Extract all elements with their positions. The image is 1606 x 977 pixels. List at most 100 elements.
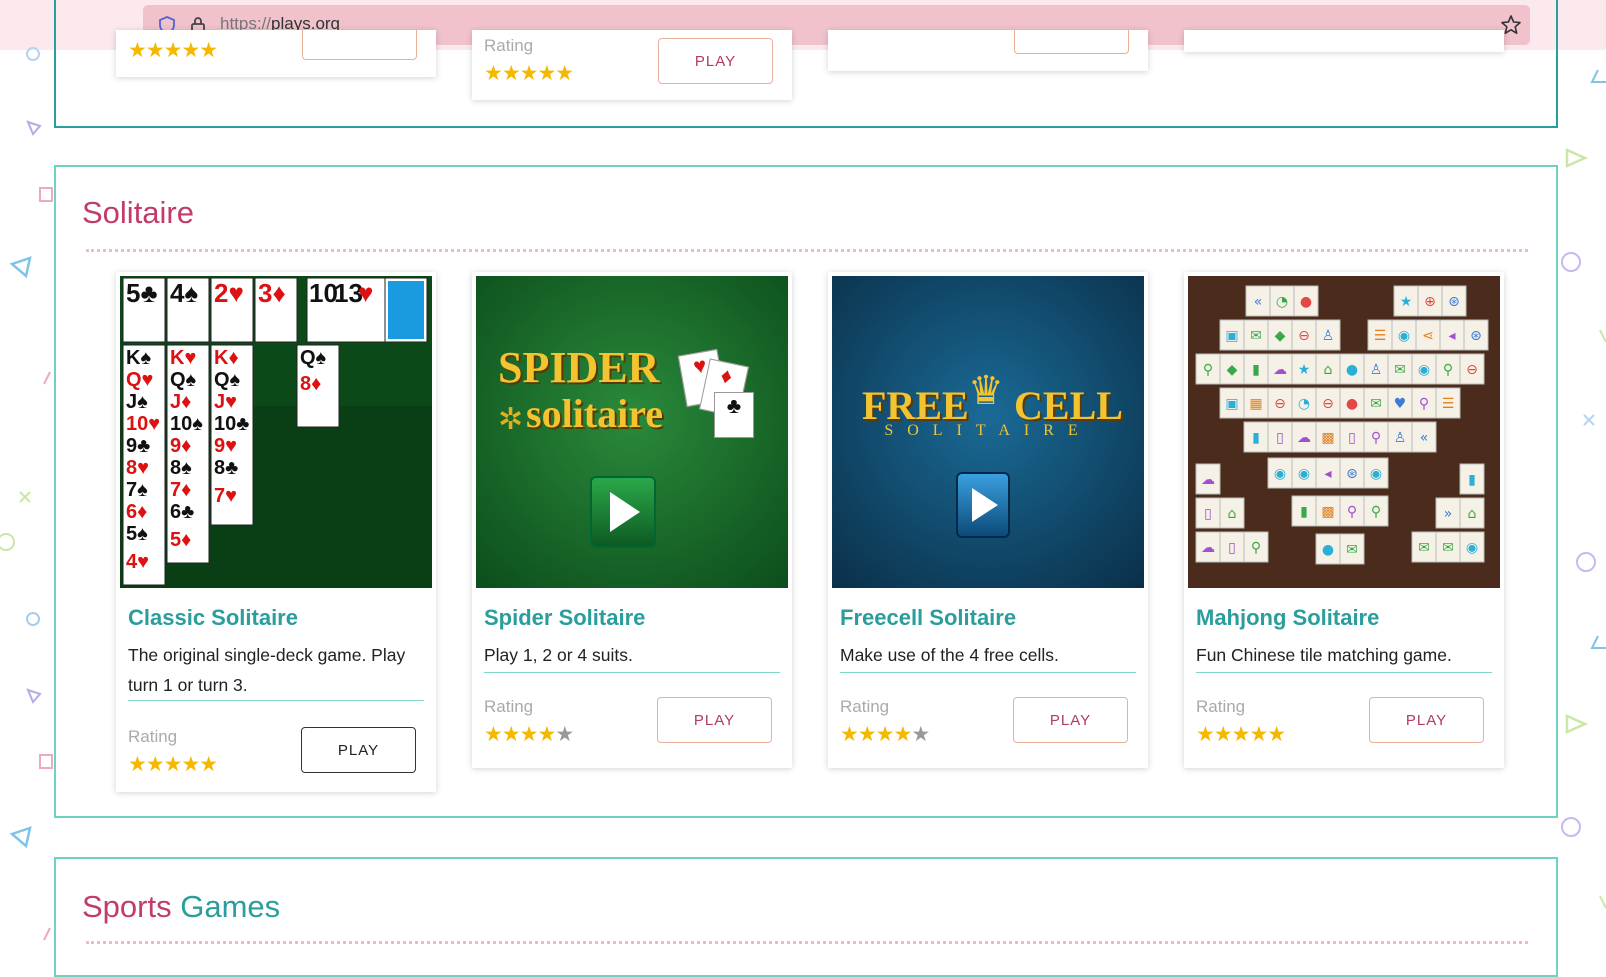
svg-text:2♥: 2♥ [214, 278, 244, 308]
svg-text:6♣: 6♣ [170, 501, 194, 523]
svg-text:☁: ☁ [1273, 362, 1287, 378]
game-card-freecell-solitaire[interactable]: FREE ♛ CELL SOLITAIRE Freecell Solitaire… [828, 272, 1148, 768]
svg-text:5♦: 5♦ [170, 529, 191, 551]
svg-text:Q♠: Q♠ [300, 347, 327, 369]
svg-text:⊖: ⊖ [1298, 328, 1310, 344]
mahjong-tiles-image: « ◔ ● ★ ⊕ ⊛ ▣ ✉ ◆ ⊖ ♙ ☰ ◉ ⋖ ◂ ⊛ ⚲ ◆ ▮ ☁ ★ ⌂ ● ♙ ✉ ◉ ⚲ ⊖ ▣ ▦ ⊖ ◔ ⊖ ● ✉… [1188, 276, 1500, 588]
play-button[interactable]: PLAY [657, 697, 772, 743]
play-button[interactable] [1014, 30, 1129, 54]
svg-text:♙: ♙ [1370, 362, 1383, 378]
svg-text:♙: ♙ [1394, 430, 1407, 446]
card-layout-image: 5♣ 4♠ 2♥ 3♦ 1013♥ K♠Q♥J♠10♥9♣8♥7♠6♦5♠4♥ … [120, 276, 432, 588]
game-description: Make use of the 4 free cells. [840, 645, 1059, 665]
rating-stars: ★★★★★ [128, 753, 218, 776]
svg-text:◆: ◆ [1275, 328, 1286, 344]
game-description: Play 1, 2 or 4 suits. [484, 645, 633, 665]
svg-text:◔: ◔ [1298, 396, 1310, 412]
play-button[interactable]: PLAY [1369, 697, 1484, 743]
svg-text:10♠: 10♠ [170, 413, 203, 435]
play-button[interactable]: PLAY [658, 38, 773, 84]
svg-text:◉: ◉ [1418, 362, 1430, 378]
svg-text:10♣: 10♣ [214, 413, 249, 435]
sports-games-section: Sports Games [54, 857, 1558, 977]
svg-text:◉: ◉ [1274, 466, 1286, 482]
spider-solitaire-thumbnail[interactable]: SPIDER solitaire ✲ ♥ ♦ ♣ [476, 276, 788, 588]
svg-text:▣: ▣ [1225, 328, 1238, 344]
rating-label: Rating [484, 36, 534, 55]
svg-text:J♦: J♦ [170, 391, 191, 413]
rating-stars: ★★★★★ [840, 723, 930, 746]
svg-text:10♥: 10♥ [126, 413, 160, 435]
svg-text:6♦: 6♦ [126, 501, 147, 523]
svg-text:Q♠: Q♠ [214, 369, 241, 391]
svg-text:⊛: ⊛ [1346, 466, 1358, 482]
svg-text:9♦: 9♦ [170, 435, 191, 457]
svg-text:J♥: J♥ [214, 391, 237, 413]
play-button[interactable] [302, 30, 417, 60]
svg-text:⊕: ⊕ [1424, 294, 1436, 310]
svg-text:K♠: K♠ [126, 347, 151, 369]
svg-text:⚲: ⚲ [1251, 540, 1261, 556]
cards-icon: ♥ ♦ ♣ [677, 348, 754, 438]
mahjong-solitaire-thumbnail[interactable]: « ◔ ● ★ ⊕ ⊛ ▣ ✉ ◆ ⊖ ♙ ☰ ◉ ⋖ ◂ ⊛ ⚲ ◆ ▮ ☁ ★ ⌂ ● ♙ ✉ ◉ ⚲ ⊖ ▣ ▦ ⊖ ◔ ⊖ ● ✉… [1188, 276, 1500, 588]
svg-text:▯: ▯ [1204, 506, 1212, 522]
svg-text:★: ★ [1298, 362, 1311, 378]
svg-text:✉: ✉ [1250, 328, 1262, 344]
game-title[interactable]: Freecell Solitaire [840, 605, 1016, 631]
svg-text:«: « [1420, 430, 1429, 446]
rating-stars: ★★★★★ [1196, 723, 1286, 746]
svg-text:◉: ◉ [1298, 466, 1310, 482]
classic-solitaire-thumbnail[interactable]: 5♣ 4♠ 2♥ 3♦ 10 13 ♥ K♠ Q♥ J♠ 10♥ 9♣ 8♥ 7♠ 6♦ 5♠ 4♥ … [120, 276, 432, 588]
svg-text:⌂: ⌂ [1468, 506, 1477, 522]
game-card-spider-solitaire[interactable]: SPIDER solitaire ✲ ♥ ♦ ♣ Spider Solitair… [472, 272, 792, 768]
game-title[interactable]: Mahjong Solitaire [1196, 605, 1379, 631]
svg-text:▯: ▯ [1228, 540, 1236, 556]
svg-text:⚲: ⚲ [1371, 504, 1381, 520]
svg-text:⚲: ⚲ [1347, 504, 1357, 520]
svg-text:⊛: ⊛ [1448, 294, 1460, 310]
crown-icon: ♛ [968, 369, 1004, 413]
svg-text:»: » [1444, 506, 1453, 522]
card-divider [484, 672, 780, 673]
svg-text:●: ● [1322, 542, 1334, 558]
svg-text:5♣: 5♣ [126, 278, 158, 308]
svg-text:◉: ◉ [1398, 328, 1410, 344]
section-title-part1: Sports [82, 889, 172, 924]
svg-text:4♠: 4♠ [170, 278, 198, 308]
play-button[interactable]: PLAY [1013, 697, 1128, 743]
rating-label: Rating [484, 697, 534, 716]
svg-text:✉: ✉ [1370, 396, 1382, 412]
svg-text:8♦: 8♦ [300, 373, 321, 395]
thumb-title-2: solitaire [526, 391, 664, 436]
freecell-solitaire-thumbnail[interactable]: FREE ♛ CELL SOLITAIRE [832, 276, 1144, 588]
svg-text:«: « [1254, 294, 1263, 310]
svg-text:◂: ◂ [1324, 466, 1331, 482]
svg-text:Q♥: Q♥ [126, 369, 153, 391]
game-title[interactable]: Spider Solitaire [484, 605, 645, 631]
game-card-mahjong-solitaire[interactable]: « ◔ ● ★ ⊕ ⊛ ▣ ✉ ◆ ⊖ ♙ ☰ ◉ ⋖ ◂ ⊛ ⚲ ◆ ▮ ☁ ★ ⌂ ● ♙ ✉ ◉ ⚲ ⊖ ▣ ▦ ⊖ ◔ ⊖ ● ✉… [1184, 272, 1504, 768]
svg-text:▯: ▯ [1348, 430, 1356, 446]
svg-text:▩: ▩ [1321, 504, 1334, 520]
thumb-title-1: SPIDER [498, 343, 660, 392]
svg-text:▮: ▮ [1252, 362, 1260, 378]
svg-text:⌂: ⌂ [1324, 362, 1333, 378]
svg-text:▯: ▯ [1276, 430, 1284, 446]
thumb-subtitle: SOLITAIRE [884, 422, 1092, 439]
svg-text:5♠: 5♠ [126, 523, 148, 545]
svg-text:⚲: ⚲ [1419, 396, 1429, 412]
play-icon [956, 472, 1010, 538]
svg-text:☁: ☁ [1297, 430, 1311, 446]
svg-text:7♠: 7♠ [126, 479, 148, 501]
game-card-classic-solitaire[interactable]: 5♣ 4♠ 2♥ 3♦ 10 13 ♥ K♠ Q♥ J♠ 10♥ 9♣ 8♥ 7♠ 6♦ 5♠ 4♥ … [116, 272, 436, 792]
svg-text:⋖: ⋖ [1422, 328, 1434, 344]
svg-text:⊖: ⊖ [1322, 396, 1334, 412]
svg-text:⊖: ⊖ [1466, 362, 1478, 378]
card-divider [840, 672, 1136, 673]
spider-icon: ✲ [498, 403, 524, 436]
svg-text:3♦: 3♦ [258, 278, 286, 308]
play-button[interactable]: PLAY [301, 727, 416, 773]
game-title[interactable]: Classic Solitaire [128, 605, 298, 631]
svg-text:⊛: ⊛ [1470, 328, 1482, 344]
title-divider [86, 941, 1528, 944]
rating-stars: ★★★★★ [484, 62, 574, 85]
